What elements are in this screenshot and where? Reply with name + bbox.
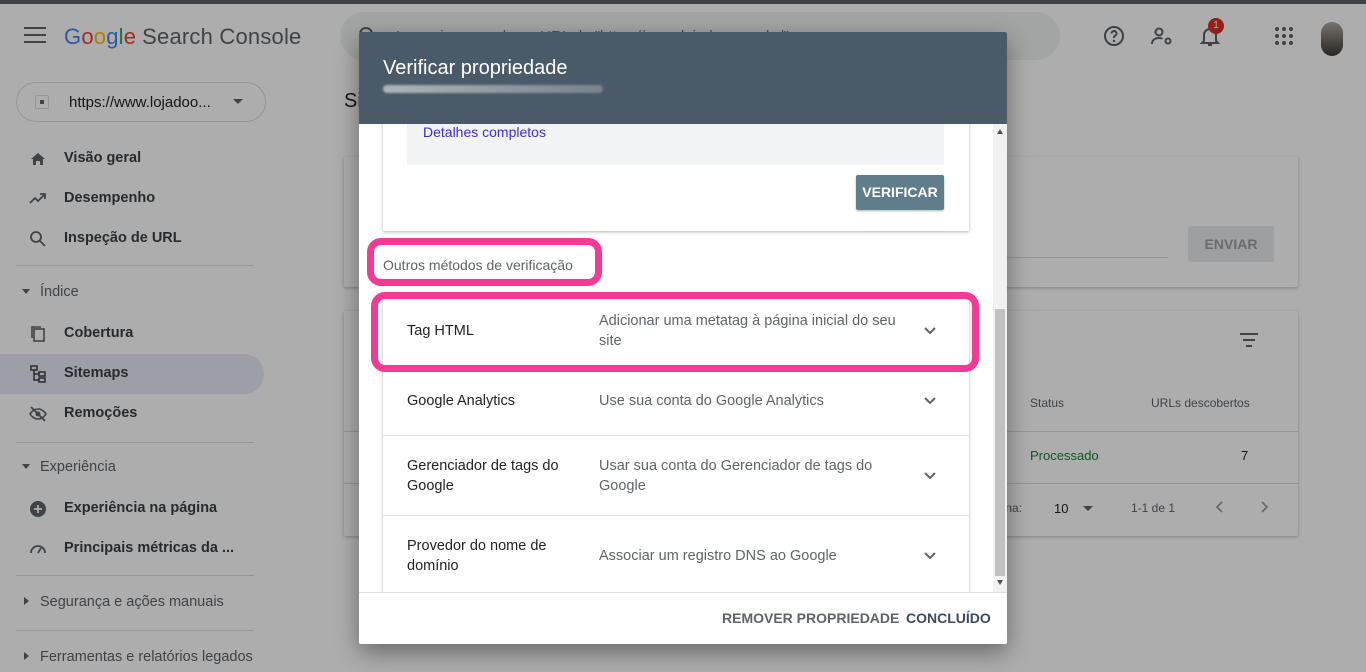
redacted-property-url [383,85,603,93]
done-button[interactable]: CONCLUÍDO [906,610,991,626]
remove-property-button[interactable]: REMOVER PROPRIEDADE [722,610,899,626]
dialog-footer: REMOVER PROPRIEDADE CONCLUÍDO [359,592,1007,644]
recommended-method-card: Detalhes completos VERIFICAR [383,124,969,231]
method-name: Provedor do nome de domínio [407,538,547,574]
dialog-header: Verificar propriedade [359,32,1007,124]
scroll-down-arrow-icon[interactable] [997,580,1003,585]
method-row-google-analytics[interactable]: Google Analytics Use sua conta do Google… [383,366,969,436]
chevron-down-icon[interactable] [923,549,937,563]
scrollbar-thumb[interactable] [995,309,1005,576]
method-name: Google Analytics [407,393,516,409]
dialog-title: Verificar propriedade [383,57,568,79]
method-row-domain-provider[interactable]: Provedor do nome de domínio Associar um … [383,516,969,592]
method-description: Use sua conta do Google Analytics [599,393,824,409]
full-details-link[interactable]: Detalhes completos [423,124,546,140]
dialog-body: Detalhes completos VERIFICAR Outros méto… [359,124,1007,592]
verify-button[interactable]: VERIFICAR [856,175,944,210]
scroll-up-arrow-icon[interactable] [997,129,1003,134]
details-box: Detalhes completos [407,124,944,165]
chevron-down-icon[interactable] [923,394,937,408]
highlight-annotation [371,292,979,372]
highlight-annotation [367,238,602,286]
method-name: Gerenciador de tags do Google [407,458,559,494]
verify-property-dialog: Verificar propriedade Detalhes completos… [359,32,1007,644]
method-description: Associar um registro DNS ao Google [599,548,837,564]
method-row-tag-manager[interactable]: Gerenciador de tags do Google Usar sua c… [383,436,969,516]
method-description: Usar sua conta do Gerenciador de tags do… [599,458,873,494]
chevron-down-icon[interactable] [923,469,937,483]
